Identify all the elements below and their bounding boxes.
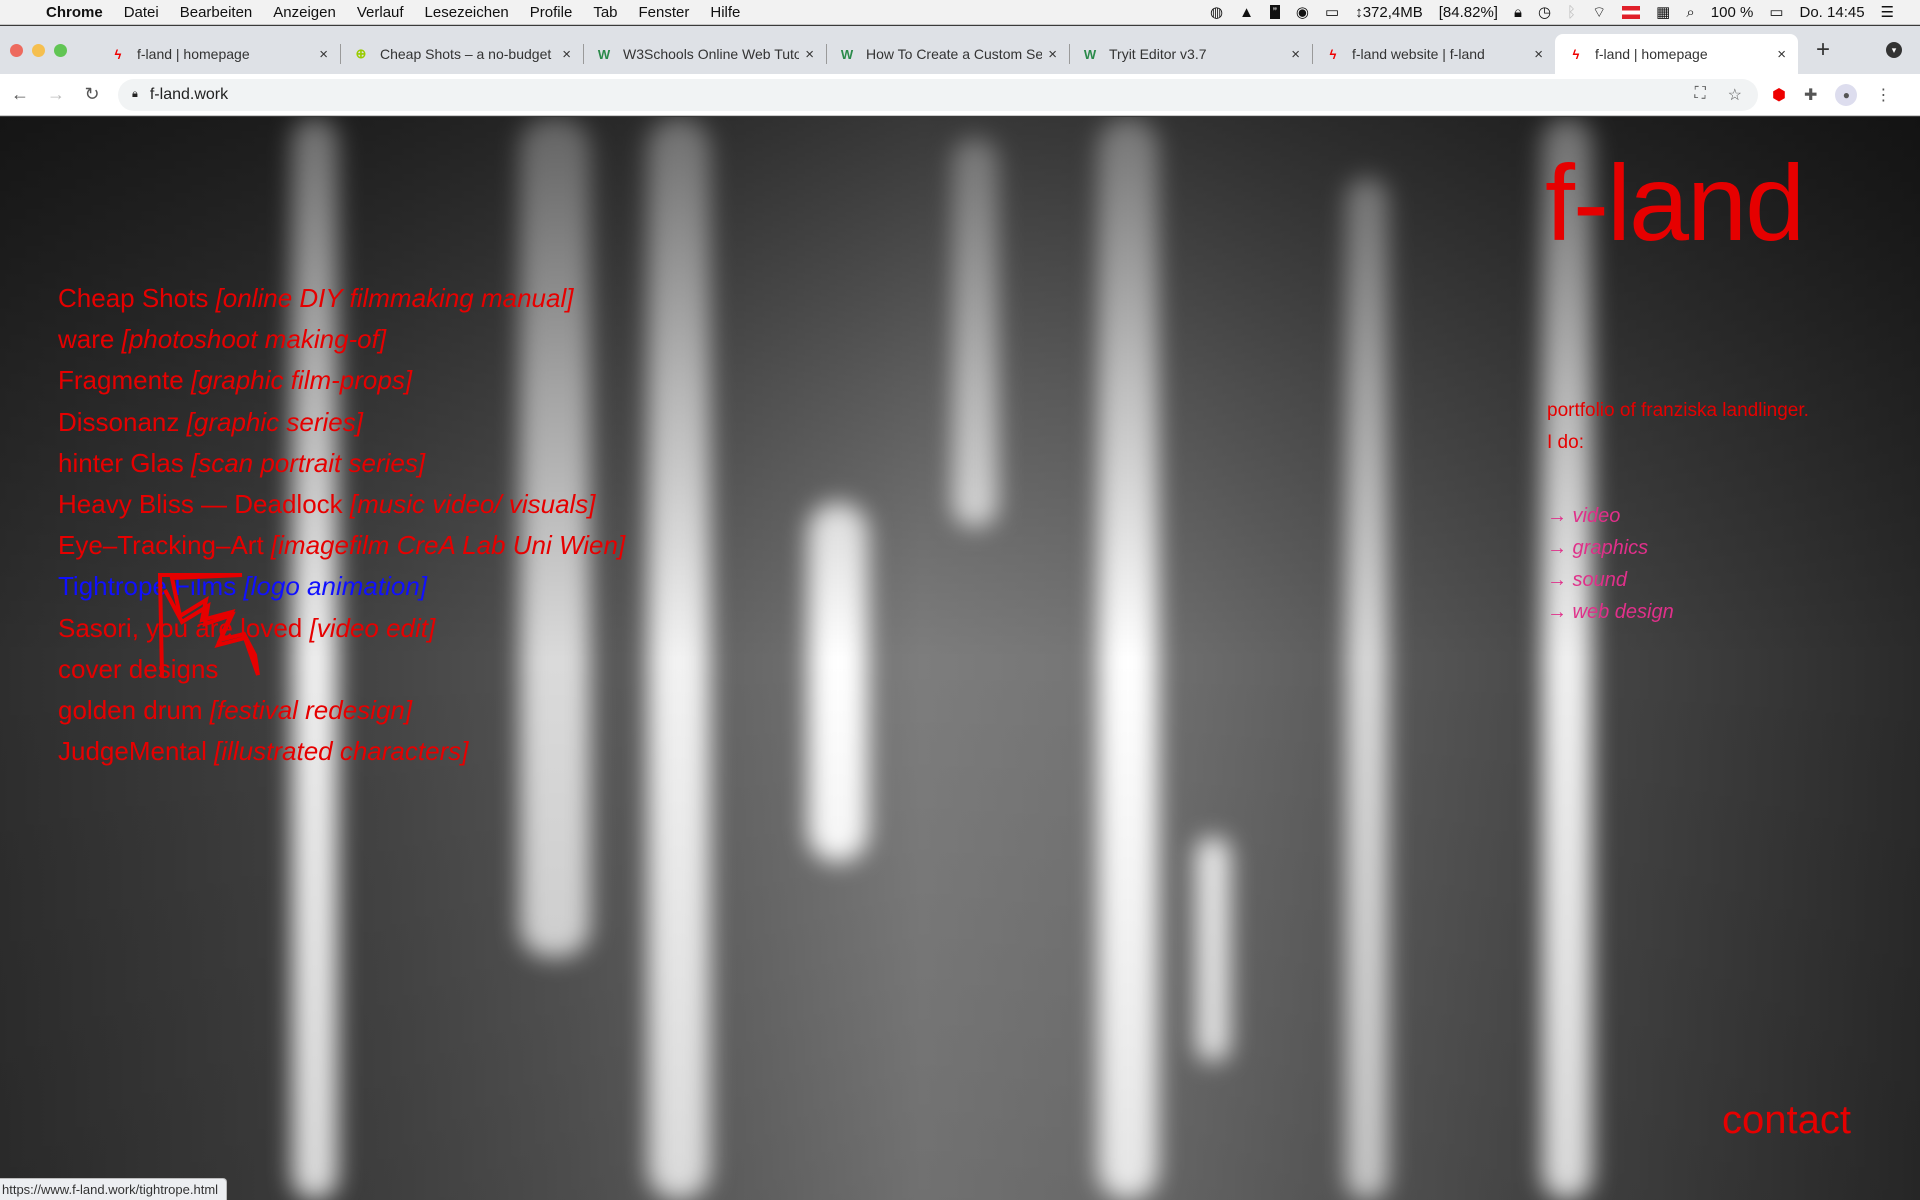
skill-link-video[interactable]: → video — [1547, 500, 1674, 532]
close-tab-icon[interactable]: × — [562, 46, 571, 63]
close-tab-icon[interactable]: × — [1534, 46, 1543, 63]
close-tab-icon[interactable]: × — [805, 46, 814, 63]
minimize-window-button[interactable] — [32, 43, 45, 57]
f-land-favicon-icon: ϟ — [1329, 46, 1337, 62]
project-link[interactable]: Cheap Shots [online DIY filmmaking manua… — [58, 278, 625, 319]
tab[interactable]: W Tryit Editor v3.7 × — [1069, 34, 1312, 74]
toolbar: ← → ↻ 🔒︎ f-land.work ⛶ ☆ ⬢ ✚ ● ⋮ — [0, 74, 1920, 116]
bluetooth-icon[interactable]: ᛒ — [1567, 4, 1576, 21]
menu-hilfe[interactable]: Hilfe — [710, 4, 740, 21]
f-land-favicon-icon: ϟ — [114, 46, 122, 62]
menu-app[interactable]: Chrome — [46, 4, 103, 21]
profile-avatar-icon[interactable]: ● — [1835, 83, 1858, 106]
menu-bearbeiten[interactable]: Bearbeiten — [180, 4, 253, 21]
menu-tab[interactable]: Tab — [593, 4, 617, 21]
bookmark-star-icon[interactable]: ☆ — [1728, 85, 1742, 105]
project-link[interactable]: hinter Glas [scan portrait series] — [58, 443, 625, 484]
menu-datei[interactable]: Datei — [124, 4, 159, 21]
window-icon[interactable]: ▭ — [1325, 3, 1339, 21]
tab-search-icon[interactable]: ▾ — [1886, 42, 1902, 58]
disc-icon[interactable]: ◉ — [1296, 3, 1309, 21]
contact-link[interactable]: contact — [1722, 1098, 1851, 1143]
keyboard-icon[interactable]: ▦ — [1656, 3, 1670, 21]
skill-link-sound[interactable]: → sound — [1547, 564, 1674, 596]
project-link[interactable]: ware [photoshoot making-of] — [58, 319, 625, 360]
menu-lesezeichen[interactable]: Lesezeichen — [425, 4, 509, 21]
menu-fenster[interactable]: Fenster — [639, 4, 690, 21]
tab[interactable]: WW3Schools Online Web Tutorials× — [583, 34, 826, 74]
forward-button[interactable]: → — [38, 84, 74, 105]
wifi-icon[interactable]: ⌔ — [1592, 3, 1606, 22]
tab[interactable]: WHow To Create a Custom Select× — [826, 34, 1069, 74]
skills-list: → video → graphics → sound → web design — [1547, 500, 1674, 628]
status-app-icon[interactable]: ◍ — [1210, 3, 1223, 21]
close-tab-icon[interactable]: × — [1291, 46, 1300, 63]
close-tab-icon[interactable]: × — [1048, 46, 1057, 63]
skill-link-graphics[interactable]: → graphics — [1547, 532, 1674, 564]
lock-icon[interactable]: 🔒︎ — [1514, 4, 1522, 21]
tab-active[interactable]: ϟ f-land | homepage × — [1555, 34, 1798, 74]
project-link-hovered[interactable]: Tightrope Films [logo animation] — [58, 566, 625, 607]
clock[interactable]: Do. 14:45 — [1800, 4, 1865, 21]
extensions-puzzle-icon[interactable]: ✚ — [1804, 85, 1817, 105]
spotlight-icon[interactable]: ⌕ — [1686, 4, 1694, 21]
control-center-icon[interactable]: ☰ — [1881, 3, 1894, 21]
translate-icon[interactable]: ⛶ — [1694, 85, 1705, 105]
back-button[interactable]: ← — [2, 84, 38, 105]
macos-menubar: Chrome Datei Bearbeiten Anzeigen Verlauf… — [0, 0, 1920, 25]
project-link[interactable]: Heavy Bliss — Deadlock [music video/ vis… — [58, 484, 625, 525]
time-machine-icon[interactable]: ◷ — [1538, 3, 1551, 21]
tab[interactable]: ⊕ Cheap Shots – a no-budget × — [340, 34, 583, 74]
tab[interactable]: ϟ f-land | homepage × — [97, 34, 340, 74]
vlc-icon[interactable]: ▲ — [1239, 4, 1254, 21]
percent-readout[interactable]: [84.82%] — [1439, 4, 1498, 21]
reload-button[interactable]: ↻ — [74, 84, 110, 105]
f-land-favicon-icon: ϟ — [1572, 46, 1580, 62]
crosshair-favicon-icon: ⊕ — [355, 46, 367, 61]
lock-icon[interactable]: 🔒︎ — [132, 88, 138, 101]
window-controls — [10, 43, 67, 57]
address-bar[interactable]: 🔒︎ f-land.work ⛶ ☆ — [118, 78, 1758, 111]
intro-text: portfolio of franziska landlinger. I do: — [1547, 400, 1809, 453]
site-logo[interactable]: f-land — [1545, 140, 1805, 265]
close-tab-icon[interactable]: × — [319, 46, 328, 63]
project-link[interactable]: golden drum [festival redesign] — [58, 690, 625, 731]
project-link[interactable]: JudgeMental [illustrated characters] — [58, 731, 625, 772]
project-link[interactable]: Eye–Tracking–Art [imagefilm CreA Lab Uni… — [58, 525, 625, 566]
url-text[interactable]: f-land.work — [150, 86, 228, 104]
chrome-menu-icon[interactable]: ⋮ — [1875, 85, 1891, 105]
memory-readout[interactable]: ↕372,4MB — [1355, 4, 1423, 21]
status-bar-url: https://www.f-land.work/tightrope.html — [0, 1178, 228, 1200]
w3schools-favicon-icon: W — [840, 46, 854, 62]
quote-icon[interactable]: ” — [1269, 5, 1280, 19]
menu-profile[interactable]: Profile — [530, 4, 573, 21]
project-link[interactable]: Fragmente [graphic film-props] — [58, 360, 625, 401]
new-tab-button[interactable]: + — [1816, 36, 1830, 64]
skill-link-web-design[interactable]: → web design — [1547, 596, 1674, 628]
close-tab-icon[interactable]: × — [1777, 46, 1786, 63]
zoom-window-button[interactable] — [54, 43, 67, 57]
tab[interactable]: ϟ f-land website | f-land × — [1312, 34, 1555, 74]
battery-icon[interactable]: ▭ — [1769, 3, 1783, 21]
austria-flag-icon[interactable] — [1622, 5, 1641, 19]
tab-strip: ϟ f-land | homepage × ⊕ Cheap Shots – a no-… — [0, 26, 1920, 74]
menu-anzeigen[interactable]: Anzeigen — [273, 4, 336, 21]
project-link[interactable]: Sasori, you are loved [video edit] — [58, 608, 625, 649]
w3schools-favicon-icon: W — [1083, 46, 1097, 62]
w3schools-favicon-icon: W — [597, 46, 611, 62]
menu-verlauf[interactable]: Verlauf — [357, 4, 404, 21]
lightning-cursor-icon — [157, 573, 260, 678]
project-link[interactable]: Dissonanz [graphic series] — [58, 402, 625, 443]
project-list: Cheap Shots [online DIY filmmaking manua… — [58, 278, 625, 772]
adblock-extension-icon[interactable]: ⬢ — [1772, 85, 1786, 105]
battery-readout[interactable]: 100 % — [1711, 4, 1754, 21]
close-window-button[interactable] — [10, 43, 23, 57]
project-link[interactable]: cover designs — [58, 649, 625, 690]
